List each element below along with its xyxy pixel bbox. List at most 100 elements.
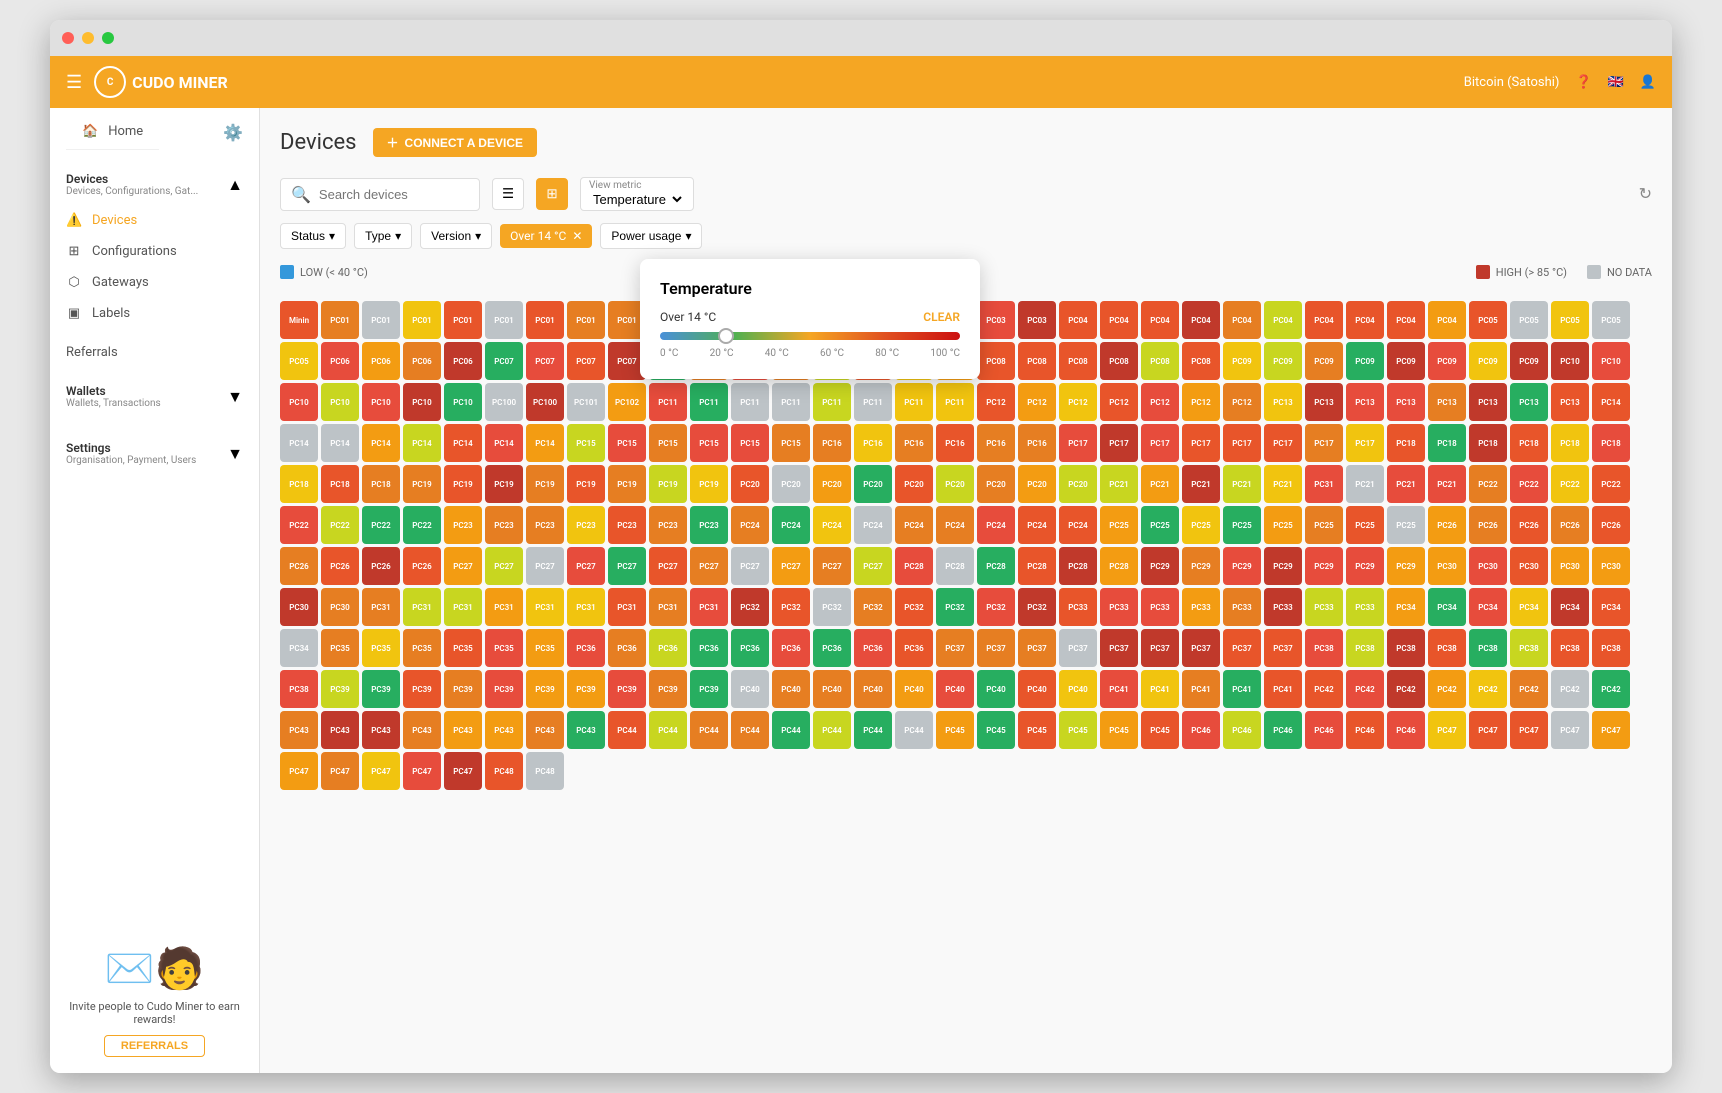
device-cell[interactable]: PC22 <box>1469 465 1507 503</box>
device-cell[interactable]: PC42 <box>1592 670 1630 708</box>
device-cell[interactable]: PC46 <box>1264 711 1302 749</box>
device-cell[interactable]: PC100 <box>485 383 523 421</box>
device-cell[interactable]: PC29 <box>1182 547 1220 585</box>
device-cell[interactable]: PC09 <box>1346 342 1384 380</box>
device-cell[interactable]: PC04 <box>1141 301 1179 339</box>
device-cell[interactable]: PC26 <box>280 547 318 585</box>
device-cell[interactable]: PC17 <box>1100 424 1138 462</box>
device-cell[interactable]: PC08 <box>1141 342 1179 380</box>
device-cell[interactable]: PC19 <box>690 465 728 503</box>
device-cell[interactable]: PC46 <box>1346 711 1384 749</box>
temp-slider-thumb[interactable] <box>718 328 734 344</box>
device-cell[interactable]: PC42 <box>1551 670 1589 708</box>
device-cell[interactable]: PC37 <box>1018 629 1056 667</box>
device-cell[interactable]: PC26 <box>321 547 359 585</box>
device-cell[interactable]: PC31 <box>608 588 646 626</box>
device-cell[interactable]: PC22 <box>1551 465 1589 503</box>
maximize-button[interactable] <box>102 32 114 44</box>
device-cell[interactable]: PC47 <box>444 752 482 790</box>
device-cell[interactable]: PC38 <box>280 670 318 708</box>
device-cell[interactable]: PC34 <box>1428 588 1466 626</box>
active-filter-temp[interactable]: Over 14 °C ✕ <box>500 224 592 248</box>
device-cell[interactable]: PC15 <box>608 424 646 462</box>
device-cell[interactable]: PC09 <box>1264 342 1302 380</box>
device-cell[interactable]: PC27 <box>854 547 892 585</box>
device-cell[interactable]: PC25 <box>1264 506 1302 544</box>
device-cell[interactable]: PC24 <box>1059 506 1097 544</box>
device-cell[interactable]: PC14 <box>362 424 400 462</box>
device-cell[interactable]: PC07 <box>485 342 523 380</box>
device-cell[interactable]: PC33 <box>1141 588 1179 626</box>
device-cell[interactable]: PC23 <box>608 506 646 544</box>
device-cell[interactable]: PC18 <box>1469 424 1507 462</box>
device-cell[interactable]: PC04 <box>1428 301 1466 339</box>
device-cell[interactable]: PC37 <box>1141 629 1179 667</box>
device-cell[interactable]: PC27 <box>608 547 646 585</box>
device-cell[interactable]: PC30 <box>1469 547 1507 585</box>
device-cell[interactable]: PC10 <box>403 383 441 421</box>
device-cell[interactable]: PC19 <box>403 465 441 503</box>
device-cell[interactable]: PC19 <box>485 465 523 503</box>
device-cell[interactable]: PC47 <box>1592 711 1630 749</box>
device-cell[interactable]: PC20 <box>772 465 810 503</box>
device-cell[interactable]: PC26 <box>362 547 400 585</box>
device-cell[interactable]: PC13 <box>1387 383 1425 421</box>
device-cell[interactable]: PC09 <box>1305 342 1343 380</box>
version-filter[interactable]: Version ▾ <box>420 223 492 249</box>
device-cell[interactable]: PC43 <box>485 711 523 749</box>
device-cell[interactable]: PC16 <box>895 424 933 462</box>
device-cell[interactable]: PC37 <box>1100 629 1138 667</box>
device-cell[interactable]: PC31 <box>362 588 400 626</box>
device-cell[interactable]: PC13 <box>1264 383 1302 421</box>
device-cell[interactable]: PC05 <box>1469 301 1507 339</box>
device-cell[interactable]: PC41 <box>1223 670 1261 708</box>
device-cell[interactable]: PC01 <box>567 301 605 339</box>
device-cell[interactable]: PC17 <box>1182 424 1220 462</box>
device-cell[interactable]: PC16 <box>1018 424 1056 462</box>
device-cell[interactable]: PC23 <box>526 506 564 544</box>
device-cell[interactable]: PC37 <box>1264 629 1302 667</box>
device-cell[interactable]: PC46 <box>1387 711 1425 749</box>
device-cell[interactable]: PC29 <box>1387 547 1425 585</box>
device-cell[interactable]: PC39 <box>526 670 564 708</box>
device-cell[interactable]: PC37 <box>1223 629 1261 667</box>
device-cell[interactable]: PC47 <box>280 752 318 790</box>
device-cell[interactable]: PC17 <box>1059 424 1097 462</box>
device-cell[interactable]: PC34 <box>1592 588 1630 626</box>
device-cell[interactable]: PC27 <box>444 547 482 585</box>
close-button[interactable] <box>62 32 74 44</box>
device-cell[interactable]: PC40 <box>936 670 974 708</box>
settings-section-header[interactable]: Settings Organisation, Payment, Users ▼ <box>50 433 259 474</box>
device-cell[interactable]: PC13 <box>1551 383 1589 421</box>
device-cell[interactable]: PC14 <box>1592 383 1630 421</box>
grid-view-button[interactable]: ⊞ <box>536 178 568 210</box>
device-cell[interactable]: PC19 <box>444 465 482 503</box>
device-cell[interactable]: PC11 <box>813 383 851 421</box>
device-cell[interactable]: PC41 <box>1100 670 1138 708</box>
device-cell[interactable]: PC25 <box>1305 506 1343 544</box>
device-cell[interactable]: PC42 <box>1469 670 1507 708</box>
device-cell[interactable]: PC21 <box>1428 465 1466 503</box>
device-cell[interactable]: PC26 <box>1592 506 1630 544</box>
device-cell[interactable]: PC36 <box>895 629 933 667</box>
device-cell[interactable]: PC20 <box>936 465 974 503</box>
device-cell[interactable]: PC27 <box>567 547 605 585</box>
device-cell[interactable]: PC26 <box>1510 506 1548 544</box>
device-cell[interactable]: PC36 <box>608 629 646 667</box>
device-cell[interactable]: PC29 <box>1223 547 1261 585</box>
device-cell[interactable]: PC39 <box>567 670 605 708</box>
device-cell[interactable]: PC17 <box>1305 424 1343 462</box>
device-cell[interactable]: PC01 <box>362 301 400 339</box>
device-cell[interactable]: PC39 <box>690 670 728 708</box>
device-cell[interactable]: PC04 <box>1264 301 1302 339</box>
device-cell[interactable]: PC22 <box>403 506 441 544</box>
device-cell[interactable]: PC28 <box>977 547 1015 585</box>
search-input[interactable] <box>319 187 469 202</box>
device-cell[interactable]: PC30 <box>1428 547 1466 585</box>
device-cell[interactable]: PC13 <box>1469 383 1507 421</box>
device-cell[interactable]: PC33 <box>1100 588 1138 626</box>
device-cell[interactable]: PC18 <box>1428 424 1466 462</box>
device-cell[interactable]: PC11 <box>772 383 810 421</box>
hamburger-icon[interactable]: ☰ <box>66 72 82 93</box>
device-cell[interactable]: PC41 <box>1264 670 1302 708</box>
